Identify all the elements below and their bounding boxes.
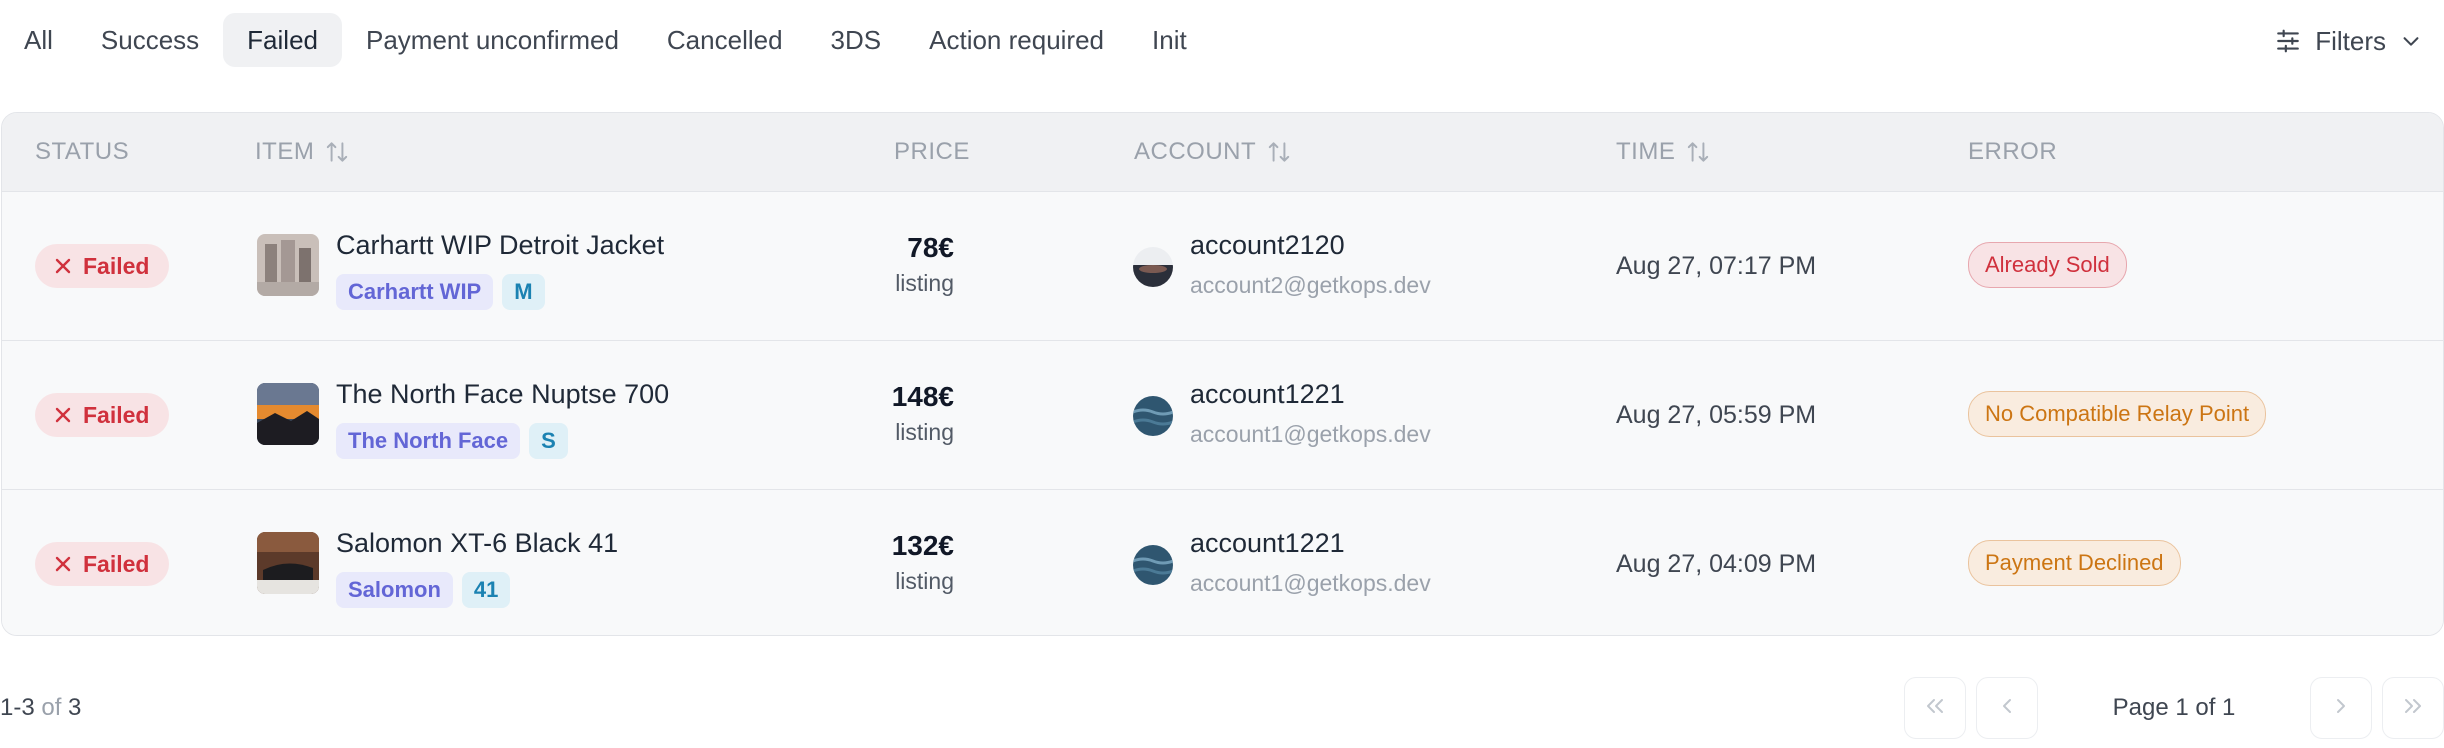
last-page-button[interactable] (2382, 677, 2444, 739)
filters-button[interactable]: Filters (2275, 14, 2422, 68)
tab-success[interactable]: Success (77, 13, 223, 67)
error-badge: Already Sold (1968, 242, 2127, 288)
chevron-down-icon (2400, 30, 2422, 52)
brand-tag: Carhartt WIP (336, 274, 494, 310)
item-thumbnail[interactable] (257, 383, 319, 445)
account-name: account2120 (1190, 230, 1345, 260)
column-error: ERROR (1968, 138, 2058, 165)
account-email: account1@getkops.dev (1190, 421, 1431, 447)
account-name: account1221 (1190, 528, 1345, 558)
tab-failed[interactable]: Failed (223, 13, 342, 67)
x-icon (55, 551, 71, 578)
next-page-button[interactable] (2310, 677, 2372, 739)
account-name: account1221 (1190, 379, 1345, 409)
price-type: listing (895, 419, 954, 445)
page-indicator: Page 1 of 1 (2112, 694, 2236, 721)
avatar (1133, 247, 1173, 287)
item-title[interactable]: The North Face Nuptse 700 (336, 379, 669, 410)
sort-time-icon[interactable] (1685, 139, 1711, 165)
chevron-right-icon (2329, 694, 2353, 723)
column-status: STATUS (35, 138, 130, 165)
account-email: account2@getkops.dev (1190, 272, 1431, 298)
table-header: STATUS ITEM PRICE ACCOUNT TIME ERROR (2, 113, 2443, 192)
tab-payment-unconfirmed[interactable]: Payment unconfirmed (342, 13, 643, 67)
account-email: account1@getkops.dev (1190, 570, 1431, 596)
sort-item-icon[interactable] (324, 139, 350, 165)
size-tag: 41 (461, 572, 511, 608)
status-badge: Failed (35, 542, 170, 586)
item-tags: Salomon 41 (336, 572, 511, 608)
transactions-table: STATUS ITEM PRICE ACCOUNT TIME ERROR Fai… (1, 112, 2444, 636)
price-type: listing (895, 270, 954, 296)
price-type: listing (895, 568, 954, 594)
tab-init[interactable]: Init (1128, 13, 1211, 67)
price-amount: 148€ (891, 381, 954, 412)
results-count: 1-3 of 3 (0, 694, 82, 721)
status-tabs: All Success Failed Payment unconfirmed C… (0, 10, 1211, 70)
previous-page-button[interactable] (1976, 677, 2038, 739)
chevrons-left-icon (1923, 694, 1947, 723)
error-badge: No Compatible Relay Point (1968, 391, 2267, 437)
chevron-left-icon (1995, 694, 2019, 723)
brand-tag: The North Face (336, 423, 521, 459)
table-row[interactable]: Failed Salomon XT-6 Black 41 Salomon 41 … (2, 490, 2443, 635)
item-tags: The North Face S (336, 423, 568, 459)
table-row[interactable]: Failed Carhartt WIP Detroit Jacket Carha… (2, 192, 2443, 341)
table-row[interactable]: Failed The North Face Nuptse 700 The Nor… (2, 341, 2443, 490)
price-amount: 132€ (891, 530, 954, 561)
tab-action-required[interactable]: Action required (905, 13, 1128, 67)
sort-account-icon[interactable] (1266, 139, 1292, 165)
tab-cancelled[interactable]: Cancelled (643, 13, 807, 67)
brand-tag: Salomon (336, 572, 453, 608)
avatar (1133, 396, 1173, 436)
transaction-time: Aug 27, 04:09 PM (1616, 550, 1817, 578)
filters-label: Filters (2315, 25, 2386, 56)
x-icon (55, 402, 71, 429)
size-tag: M (502, 274, 545, 310)
avatar (1133, 545, 1173, 585)
tab-all[interactable]: All (0, 13, 77, 67)
chevrons-right-icon (2401, 694, 2425, 723)
item-thumbnail[interactable] (257, 532, 319, 594)
item-title[interactable]: Carhartt WIP Detroit Jacket (336, 230, 664, 261)
transaction-time: Aug 27, 05:59 PM (1616, 401, 1817, 429)
item-thumbnail[interactable] (257, 234, 319, 296)
column-account: ACCOUNT (1134, 113, 1292, 191)
column-price: PRICE (894, 138, 970, 165)
item-tags: Carhartt WIP M (336, 274, 545, 310)
sliders-icon (2275, 28, 2301, 54)
column-item: ITEM (255, 113, 350, 191)
first-page-button[interactable] (1904, 677, 1966, 739)
tab-3ds[interactable]: 3DS (807, 13, 906, 67)
status-badge: Failed (35, 244, 170, 288)
status-badge: Failed (35, 393, 170, 437)
error-badge: Payment Declined (1968, 540, 2181, 586)
column-time: TIME (1616, 113, 1711, 191)
size-tag: S (529, 423, 568, 459)
x-icon (55, 253, 71, 280)
item-title[interactable]: Salomon XT-6 Black 41 (336, 528, 618, 559)
price-amount: 78€ (907, 232, 954, 263)
transactions-page: All Success Failed Payment unconfirmed C… (0, 0, 2444, 748)
pagination: Page 1 of 1 (1904, 676, 2444, 740)
transaction-time: Aug 27, 07:17 PM (1616, 252, 1817, 280)
